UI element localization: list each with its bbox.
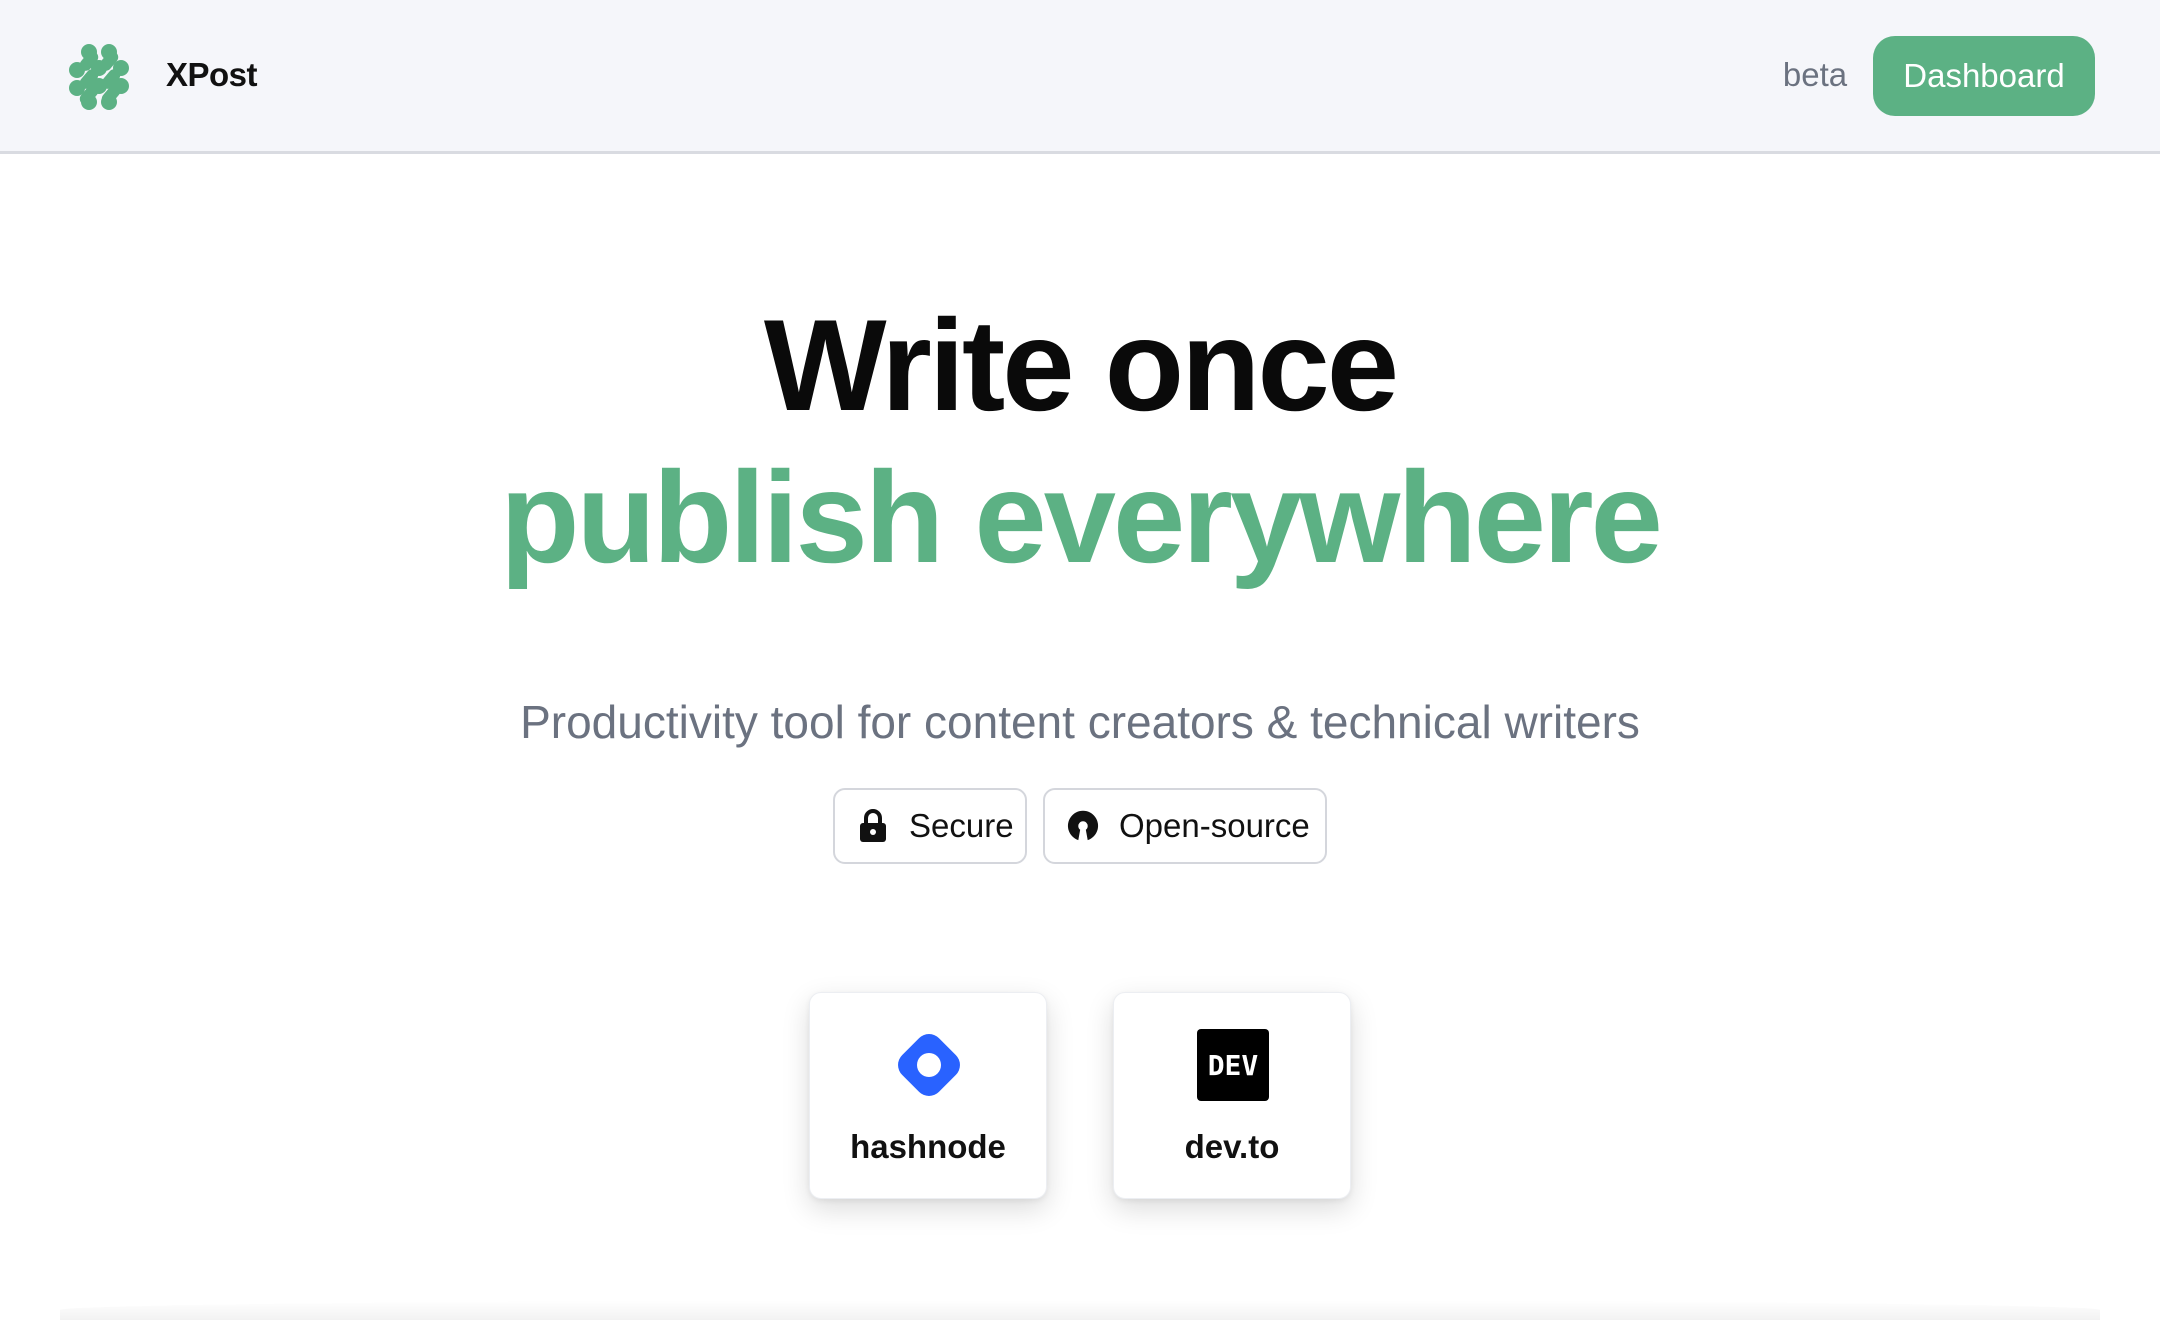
hashnode-card[interactable]: hashnode <box>809 992 1047 1199</box>
beta-label: beta <box>1782 56 1848 93</box>
devto-logo-text: DEV <box>1208 1049 1259 1082</box>
hero-title: Write once <box>763 292 1399 438</box>
dashboard-button[interactable]: Dashboard <box>1873 36 2095 116</box>
devto-logo-icon: DEV <box>1197 1029 1269 1101</box>
devto-label: dev.to <box>1184 1128 1280 1165</box>
open-source-chip-label: Open-source <box>1119 807 1310 844</box>
open-source-icon <box>1067 809 1099 843</box>
hero-subtitle: Productivity tool for content creators &… <box>520 696 1640 748</box>
hashnode-label: hashnode <box>850 1128 1006 1165</box>
secure-chip-label: Secure <box>909 807 1014 844</box>
top-navbar: XPost beta Dashboard <box>0 0 2160 154</box>
hero-title-accent: publish everywhere <box>500 444 1663 590</box>
lock-icon <box>857 809 889 843</box>
hashnode-logo-icon <box>898 1034 960 1096</box>
section-divider <box>60 1300 2100 1320</box>
open-source-chip[interactable]: Open-source <box>1043 788 1327 864</box>
brand-name[interactable]: XPost <box>166 56 258 94</box>
devto-card[interactable]: DEV dev.to <box>1113 992 1351 1199</box>
xpost-logo-icon[interactable] <box>63 40 137 114</box>
secure-chip[interactable]: Secure <box>833 788 1027 864</box>
